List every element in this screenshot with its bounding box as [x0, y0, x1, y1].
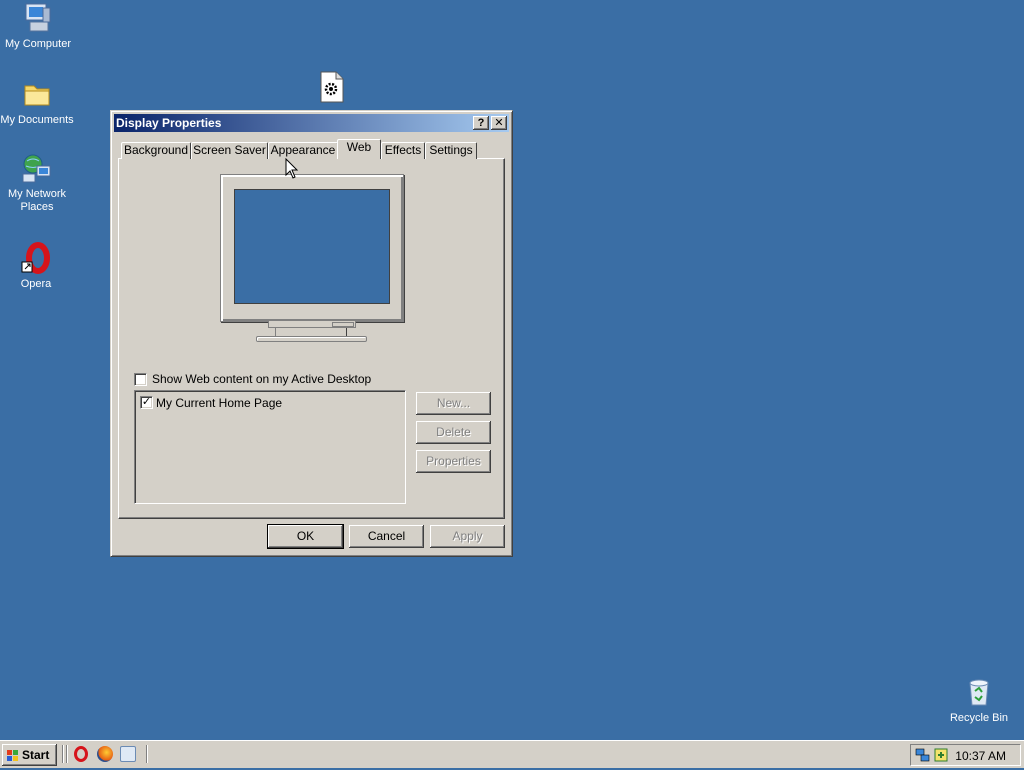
tab-web[interactable]: Web: [337, 139, 381, 159]
opera-icon: [19, 242, 53, 276]
list-item-label[interactable]: My Current Home Page: [156, 396, 282, 410]
ok-button[interactable]: OK: [267, 524, 344, 549]
desktop-icon-label: Recycle Bin: [949, 712, 1009, 724]
desktop-icon-opera[interactable]: Opera: [0, 242, 74, 291]
desktop-icon-my-computer[interactable]: My Computer: [0, 2, 76, 51]
monitor-stand-neck: [275, 328, 347, 336]
start-label: Start: [22, 748, 50, 762]
volume-tray-icon[interactable]: [933, 747, 949, 763]
desktop-icon-label: My Computer: [4, 38, 72, 50]
mouse-cursor-icon: [285, 157, 299, 180]
desktop-icon-recycle-bin[interactable]: Recycle Bin: [941, 676, 1017, 725]
tab-screen-saver[interactable]: Screen Saver: [191, 142, 268, 159]
network-icon: [20, 152, 54, 186]
windows-logo-icon: [6, 748, 20, 762]
show-web-content-checkbox[interactable]: [134, 373, 147, 386]
taskbar-separator: [62, 745, 64, 763]
recycle-bin-icon: [962, 676, 996, 710]
monitor-stand-base: [256, 336, 367, 342]
desktop-icon-label: Opera: [20, 278, 52, 290]
start-button[interactable]: Start: [2, 744, 57, 766]
desktop-icon-label: My Network Places: [7, 188, 67, 213]
help-button[interactable]: ?: [473, 116, 489, 130]
show-desktop-icon[interactable]: [120, 746, 136, 762]
network-tray-icon[interactable]: [915, 747, 931, 763]
settings-file-icon[interactable]: [318, 71, 346, 103]
close-button[interactable]: ✕: [491, 116, 507, 130]
new-button[interactable]: New...: [416, 392, 491, 415]
delete-button[interactable]: Delete: [416, 421, 491, 444]
properties-button[interactable]: Properties: [416, 450, 491, 473]
window-title: Display Properties: [116, 116, 222, 130]
tab-effects[interactable]: Effects: [381, 142, 425, 159]
system-tray: 10:37 AM: [910, 744, 1021, 766]
monitor-power-button: [332, 322, 354, 327]
tab-appearance[interactable]: Appearance: [268, 142, 338, 159]
clock[interactable]: 10:37 AM: [955, 749, 1006, 763]
desktop-icon-network-places[interactable]: My Network Places: [0, 152, 75, 214]
folder-icon: [20, 78, 54, 112]
firefox-quicklaunch-icon[interactable]: [97, 746, 113, 762]
computer-icon: [21, 2, 55, 36]
taskbar-separator: [146, 745, 148, 763]
show-web-content-label[interactable]: Show Web content on my Active Desktop: [152, 372, 371, 386]
desktop-icon-label: My Documents: [0, 114, 74, 126]
apply-button[interactable]: Apply: [430, 525, 505, 548]
list-item-checkbox[interactable]: ✓: [140, 396, 153, 409]
taskbar-separator: [66, 745, 68, 763]
tab-settings[interactable]: Settings: [425, 142, 477, 159]
monitor-screen: [234, 189, 390, 304]
desktop-icon-my-documents[interactable]: My Documents: [0, 78, 75, 127]
tab-background[interactable]: Background: [121, 142, 191, 159]
opera-quicklaunch-icon[interactable]: [74, 746, 88, 762]
title-bar[interactable]: Display Properties ? ✕: [114, 114, 509, 132]
cancel-button[interactable]: Cancel: [349, 525, 424, 548]
taskbar: Start 10:37 AM: [0, 740, 1024, 768]
